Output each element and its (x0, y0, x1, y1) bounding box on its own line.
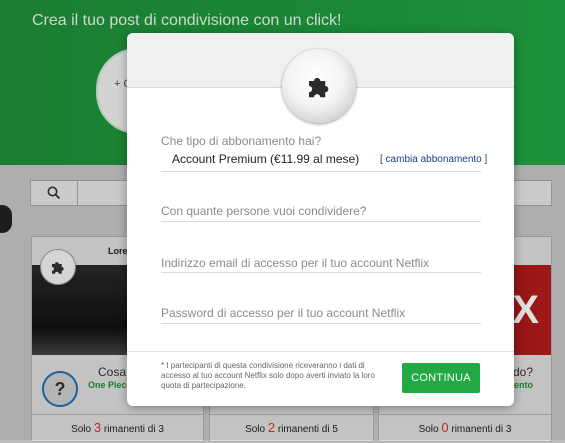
password-field[interactable]: Password di accesso per il tuo account N… (161, 306, 405, 320)
plan-label: Che tipo di abbonamento hai? (161, 134, 322, 148)
divider (161, 272, 481, 273)
share-modal: Che tipo di abbonamento hai? Account Pre… (127, 33, 514, 406)
modal-footer-divider (127, 351, 514, 352)
modal-badge (282, 49, 356, 123)
share-count-field[interactable]: Con quante persone vuoi condividere? (161, 204, 366, 218)
continue-button[interactable]: CONTINUA (402, 363, 480, 393)
divider (161, 171, 481, 172)
plan-select[interactable]: Account Premium (€11.99 al mese) (172, 152, 359, 166)
divider (161, 221, 481, 222)
divider (161, 323, 481, 324)
puzzle-icon (309, 77, 329, 98)
change-plan-link[interactable]: [ cambia abbonamento ] (380, 154, 487, 165)
email-field[interactable]: Indirizzo email di accesso per il tuo ac… (161, 256, 429, 270)
disclaimer-note: * I partecipanti di questa condivisione … (161, 361, 375, 390)
